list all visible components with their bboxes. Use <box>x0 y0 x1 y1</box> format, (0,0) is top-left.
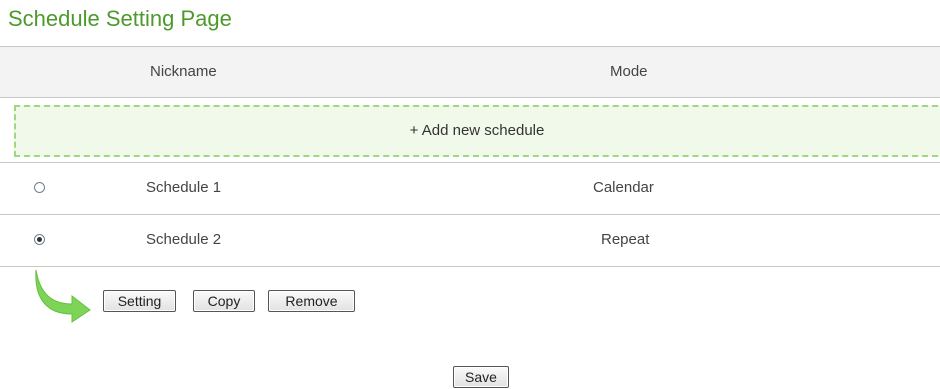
add-schedule-label: + Add new schedule <box>409 122 545 139</box>
curved-arrow-icon <box>35 269 91 323</box>
copy-button[interactable]: Copy <box>193 290 255 312</box>
schedule-mode: Calendar <box>593 179 654 196</box>
schedule-radio[interactable] <box>34 234 45 245</box>
add-schedule-button[interactable]: + Add new schedule <box>14 105 940 157</box>
table-header: Nickname Mode <box>0 46 940 98</box>
schedule-mode: Repeat <box>601 231 650 248</box>
table-row[interactable]: Schedule 1 Calendar <box>0 163 940 215</box>
header-nickname: Nickname <box>150 63 217 80</box>
schedule-table: Nickname Mode + Add new schedule Schedul… <box>0 46 940 267</box>
page-title: Schedule Setting Page <box>8 6 232 31</box>
table-row[interactable]: Schedule 2 Repeat <box>0 215 940 267</box>
remove-button[interactable]: Remove <box>268 290 355 312</box>
add-schedule-row: + Add new schedule <box>0 98 940 163</box>
save-button[interactable]: Save <box>453 366 509 388</box>
schedule-nickname: Schedule 1 <box>146 179 222 196</box>
header-mode: Mode <box>610 63 648 80</box>
setting-button[interactable]: Setting <box>103 290 176 312</box>
schedule-radio[interactable] <box>34 182 45 193</box>
schedule-nickname: Schedule 2 <box>146 231 222 248</box>
